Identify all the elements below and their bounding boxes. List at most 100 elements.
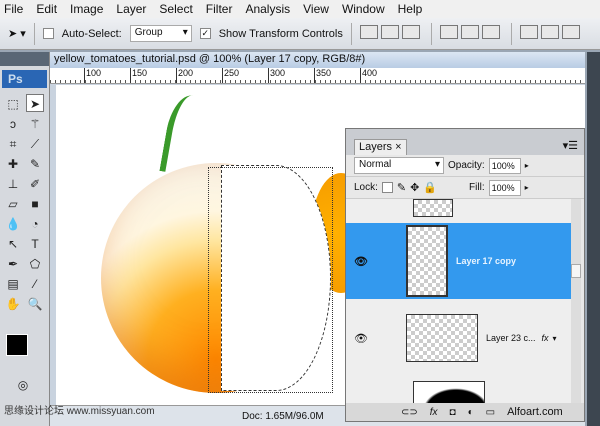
divider	[510, 22, 512, 45]
right-panel-dock[interactable]	[587, 52, 600, 426]
blur-tool-icon[interactable]: 💧	[4, 215, 22, 233]
menu-image[interactable]: Image	[70, 2, 103, 16]
panel-menu-icon[interactable]: ▾☰	[563, 139, 578, 152]
show-transform-checkbox[interactable]: ✓	[199, 28, 211, 39]
opacity-slider-arrow-icon[interactable]: ▸	[525, 161, 529, 170]
eye-icon[interactable]: 👁	[354, 332, 374, 345]
layer-thumbnail	[406, 314, 478, 362]
menu-filter[interactable]: Filter	[206, 2, 233, 16]
watermark-left: 思缘设计论坛 www.missyuan.com	[4, 406, 155, 417]
lasso-tool-icon[interactable]: ↄ	[4, 115, 22, 133]
horizontal-ruler[interactable]: 100 150 200 250 300 350 400	[50, 68, 585, 84]
toolbox-header[interactable]	[0, 52, 49, 66]
slice-tool-icon[interactable]: ⟋	[26, 135, 44, 153]
menu-view[interactable]: View	[303, 2, 329, 16]
menu-file[interactable]: File	[4, 2, 23, 16]
pen-tool-icon[interactable]: ✒	[4, 255, 22, 273]
align-hcenter-icon[interactable]	[460, 25, 479, 39]
layer-name[interactable]: Layer 17 copy	[456, 256, 516, 266]
auto-select-label: Auto-Select:	[61, 27, 122, 40]
document-title[interactable]: yellow_tomatoes_tutorial.psd @ 100% (Lay…	[50, 52, 585, 68]
doc-size[interactable]: Doc: 1.65M/96.0M	[242, 411, 324, 422]
quick-mask-icon[interactable]: ◎	[14, 376, 32, 394]
lock-position-icon[interactable]: ✥	[410, 181, 419, 194]
fill-slider-arrow-icon[interactable]: ▸	[525, 183, 529, 192]
distribute-icon[interactable]	[540, 25, 559, 39]
add-mask-icon[interactable]: ◘	[450, 407, 456, 418]
align-vcenter-icon[interactable]	[380, 25, 399, 39]
ruler-label: 100	[84, 68, 101, 83]
align-left-icon[interactable]	[439, 25, 458, 39]
eyedropper-icon[interactable]: ⁄	[26, 275, 44, 293]
blend-row: Normal Opacity: 100% ▸	[346, 155, 584, 177]
expand-effects-icon[interactable]: ▾	[553, 334, 557, 343]
layers-list: 👁 Layer 17 copy 👁 Layer 23 c... fx ▾	[346, 199, 574, 404]
fill-input[interactable]: 100%	[488, 179, 521, 196]
foreground-color-swatch[interactable]	[6, 334, 28, 356]
blend-mode-dropdown[interactable]: Normal	[354, 157, 444, 174]
auto-select-dropdown[interactable]: Group	[129, 25, 192, 42]
move-tool-preset-icon[interactable]: ➤ ▾	[8, 27, 26, 40]
transform-bounding-box[interactable]	[208, 167, 333, 393]
brush-tool-icon[interactable]: ✎	[26, 155, 44, 173]
zoom-tool-icon[interactable]: 🔍	[26, 295, 44, 313]
stamp-tool-icon[interactable]: ⊥	[4, 175, 22, 193]
add-style-icon[interactable]: fx	[430, 407, 438, 418]
path-select-icon[interactable]: ↖	[4, 235, 22, 253]
auto-select-checkbox[interactable]	[42, 28, 54, 39]
layers-scrollbar[interactable]	[571, 199, 581, 404]
layer-thumbnail[interactable]	[413, 199, 453, 217]
opacity-input[interactable]: 100%	[488, 157, 521, 174]
crop-tool-icon[interactable]: ⌗	[4, 135, 22, 153]
healing-brush-icon[interactable]: ✚	[4, 155, 22, 173]
divider	[350, 22, 352, 45]
move-tool-icon[interactable]: ➤	[26, 94, 44, 112]
magic-wand-icon[interactable]: ⚚	[26, 115, 44, 133]
gradient-tool-icon[interactable]: ■	[26, 195, 44, 213]
ps-logo[interactable]: Ps	[2, 70, 47, 88]
menu-select[interactable]: Select	[159, 2, 192, 16]
distribute-icon[interactable]	[519, 25, 538, 39]
distribute-icon[interactable]	[561, 25, 580, 39]
layers-panel-header: Layers × ▾☰	[346, 129, 584, 155]
fx-icon[interactable]: fx	[542, 333, 549, 343]
distribute-buttons	[519, 25, 583, 42]
tab-layers[interactable]: Layers ×	[354, 139, 407, 155]
dodge-tool-icon[interactable]: ◔	[26, 215, 44, 233]
lock-all-icon[interactable]: 🔒	[423, 181, 437, 194]
menu-edit[interactable]: Edit	[36, 2, 57, 16]
align-top-icon[interactable]	[359, 25, 378, 39]
ruler-label: 300	[268, 68, 285, 83]
notes-tool-icon[interactable]: ▤	[4, 275, 22, 293]
lock-pixels-icon[interactable]: ✎	[397, 181, 406, 194]
align-bottom-icon[interactable]	[401, 25, 420, 39]
options-bar: ➤ ▾ Auto-Select: Group ✓ Show Transform …	[0, 18, 600, 50]
new-group-icon[interactable]: ▭	[486, 407, 495, 418]
menu-help[interactable]: Help	[398, 2, 423, 16]
lock-transparency-icon[interactable]	[381, 182, 393, 193]
show-transform-label: Show Transform Controls	[218, 27, 343, 40]
scrollbar-thumb[interactable]	[571, 264, 581, 278]
type-tool-icon[interactable]: T	[26, 235, 44, 253]
layer-row-selected[interactable]: 👁 Layer 17 copy	[346, 223, 574, 299]
menu-analysis[interactable]: Analysis	[245, 2, 290, 16]
layer-thumbnail[interactable]	[413, 381, 485, 404]
layer-row[interactable]: 👁 Layer 23 c... fx ▾	[346, 311, 574, 365]
marquee-tool-icon[interactable]: ⬚	[4, 95, 22, 113]
align-h-buttons	[439, 25, 503, 42]
align-right-icon[interactable]	[481, 25, 500, 39]
eye-icon[interactable]: 👁	[354, 255, 374, 268]
layer-name[interactable]: Layer 23 c...	[486, 333, 536, 343]
eraser-tool-icon[interactable]: ▱	[4, 195, 22, 213]
menu-window[interactable]: Window	[342, 2, 385, 16]
toolbox: Ps ⬚ ➤ ↄ ⚚ ⌗ ⟋ ✚ ✎ ⊥ ✐ ▱ ■ 💧 ◔ ↖ T ✒ ⬠ ▤ ⁄ ✋ 🔍 ◎	[0, 52, 50, 426]
fill-label: Fill:	[469, 182, 485, 193]
history-brush-icon[interactable]: ✐	[26, 175, 44, 193]
shape-tool-icon[interactable]: ⬠	[26, 255, 44, 273]
menu-layer[interactable]: Layer	[116, 2, 146, 16]
close-icon[interactable]: ×	[395, 141, 401, 153]
link-layers-icon[interactable]: ⊂⊃	[401, 407, 418, 418]
tab-label: Layers	[359, 141, 393, 153]
adjustment-layer-icon[interactable]: ◐	[468, 407, 474, 418]
hand-tool-icon[interactable]: ✋	[4, 295, 22, 313]
